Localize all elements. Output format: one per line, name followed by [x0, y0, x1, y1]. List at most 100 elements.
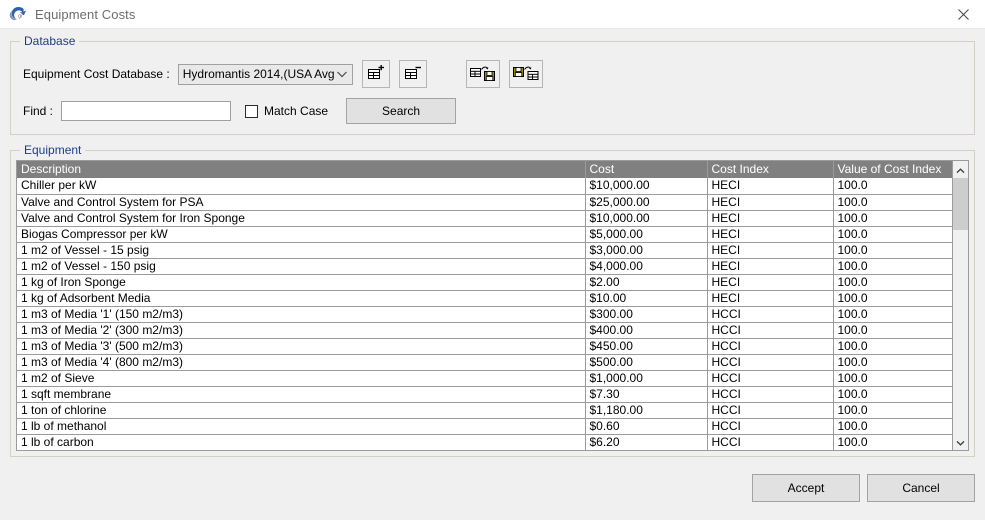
table-cell[interactable]: 1 m2 of Sieve [17, 370, 585, 386]
table-cell[interactable]: HECI [707, 274, 833, 290]
table-cell[interactable]: 100.0 [833, 226, 952, 242]
table-cell[interactable]: 100.0 [833, 370, 952, 386]
table-cell[interactable]: $7.30 [585, 386, 707, 402]
database-combobox[interactable]: Hydromantis 2014,(USA Avg) [178, 64, 353, 85]
table-cell[interactable]: HECI [707, 178, 833, 194]
table-row[interactable]: 1 lb of methanol$0.60HCCI100.0 [17, 418, 952, 434]
table-row[interactable]: 1 lb of carbon$6.20HCCI100.0 [17, 434, 952, 450]
table-row[interactable]: Valve and Control System for PSA$25,000.… [17, 194, 952, 210]
table-cell[interactable]: $3,000.00 [585, 242, 707, 258]
table-row[interactable]: 1 sqft membrane$7.30HCCI100.0 [17, 386, 952, 402]
table-cell[interactable]: HCCI [707, 418, 833, 434]
remove-database-button[interactable] [399, 60, 427, 88]
table-row[interactable]: 1 m2 of Vessel - 15 psig$3,000.00HECI100… [17, 242, 952, 258]
table-cell[interactable]: Valve and Control System for PSA [17, 194, 585, 210]
vertical-scrollbar[interactable] [952, 161, 968, 450]
table-cell[interactable]: 100.0 [833, 322, 952, 338]
column-header[interactable]: Value of Cost Index [833, 161, 952, 178]
table-cell[interactable]: $4,000.00 [585, 258, 707, 274]
scrollbar-thumb[interactable] [953, 178, 968, 230]
table-cell[interactable]: 1 m3 of Media '3' (500 m2/m3) [17, 338, 585, 354]
table-cell[interactable]: HCCI [707, 354, 833, 370]
table-cell[interactable]: HCCI [707, 306, 833, 322]
table-row[interactable]: Biogas Compressor per kW$5,000.00HECI100… [17, 226, 952, 242]
table-cell[interactable]: 1 lb of carbon [17, 434, 585, 450]
table-cell[interactable]: Chiller per kW [17, 178, 585, 194]
table-row[interactable]: 1 m2 of Vessel - 150 psig$4,000.00HECI10… [17, 258, 952, 274]
cancel-button[interactable]: Cancel [867, 474, 975, 502]
table-cell[interactable]: 100.0 [833, 178, 952, 194]
find-input[interactable] [61, 101, 231, 121]
table-cell[interactable]: $10.00 [585, 290, 707, 306]
accept-button[interactable]: Accept [752, 474, 860, 502]
scroll-down-button[interactable] [953, 433, 968, 450]
table-cell[interactable]: 100.0 [833, 210, 952, 226]
table-cell[interactable]: $10,000.00 [585, 178, 707, 194]
table-row[interactable]: 1 m3 of Media '2' (300 m2/m3)$400.00HCCI… [17, 322, 952, 338]
table-cell[interactable]: HCCI [707, 370, 833, 386]
table-cell[interactable]: 1 kg of Iron Sponge [17, 274, 585, 290]
add-database-button[interactable] [362, 60, 390, 88]
table-cell[interactable]: 1 kg of Adsorbent Media [17, 290, 585, 306]
table-cell[interactable]: $25,000.00 [585, 194, 707, 210]
table-cell[interactable]: 100.0 [833, 354, 952, 370]
table-cell[interactable]: HCCI [707, 434, 833, 450]
table-cell[interactable]: HECI [707, 258, 833, 274]
table-cell[interactable]: Valve and Control System for Iron Sponge [17, 210, 585, 226]
table-cell[interactable]: HECI [707, 242, 833, 258]
table-cell[interactable]: 100.0 [833, 290, 952, 306]
equipment-grid[interactable]: DescriptionCostCost IndexValue of Cost I… [17, 161, 952, 450]
table-row[interactable]: 1 kg of Iron Sponge$2.00HECI100.0 [17, 274, 952, 290]
table-row[interactable]: 1 ton of chlorine$1,180.00HCCI100.0 [17, 402, 952, 418]
match-case-checkbox[interactable]: Match Case [245, 104, 328, 118]
table-cell[interactable]: 100.0 [833, 242, 952, 258]
column-header[interactable]: Description [17, 161, 585, 178]
table-cell[interactable]: $1,000.00 [585, 370, 707, 386]
table-cell[interactable]: $300.00 [585, 306, 707, 322]
table-row[interactable]: 1 m2 of Sieve$1,000.00HCCI100.0 [17, 370, 952, 386]
table-cell[interactable]: 1 sqft membrane [17, 386, 585, 402]
table-cell[interactable]: HCCI [707, 402, 833, 418]
column-header[interactable]: Cost Index [707, 161, 833, 178]
table-row[interactable]: Chiller per kW$10,000.00HECI100.0 [17, 178, 952, 194]
table-row[interactable]: 1 m3 of Media '4' (800 m2/m3)$500.00HCCI… [17, 354, 952, 370]
table-cell[interactable]: 100.0 [833, 194, 952, 210]
table-cell[interactable]: $10,000.00 [585, 210, 707, 226]
table-cell[interactable]: 100.0 [833, 402, 952, 418]
search-button[interactable]: Search [346, 98, 456, 124]
table-row[interactable]: 1 m3 of Media '1' (150 m2/m3)$300.00HCCI… [17, 306, 952, 322]
table-cell[interactable]: 1 m2 of Vessel - 150 psig [17, 258, 585, 274]
import-database-button[interactable] [509, 60, 543, 88]
table-cell[interactable]: $450.00 [585, 338, 707, 354]
table-cell[interactable]: 100.0 [833, 434, 952, 450]
scrollbar-track[interactable] [953, 178, 968, 433]
table-row[interactable]: 1 m3 of Media '3' (500 m2/m3)$450.00HCCI… [17, 338, 952, 354]
close-button[interactable] [941, 1, 985, 28]
table-cell[interactable]: 100.0 [833, 418, 952, 434]
table-cell[interactable]: $400.00 [585, 322, 707, 338]
table-cell[interactable]: HCCI [707, 338, 833, 354]
table-cell[interactable]: 1 m2 of Vessel - 15 psig [17, 242, 585, 258]
table-cell[interactable]: 100.0 [833, 306, 952, 322]
scroll-up-button[interactable] [953, 161, 968, 178]
table-cell[interactable]: $1,180.00 [585, 402, 707, 418]
table-row[interactable]: 1 kg of Adsorbent Media$10.00HECI100.0 [17, 290, 952, 306]
table-cell[interactable]: $500.00 [585, 354, 707, 370]
table-cell[interactable]: 100.0 [833, 338, 952, 354]
table-cell[interactable]: HCCI [707, 322, 833, 338]
table-cell[interactable]: HCCI [707, 386, 833, 402]
table-cell[interactable]: $2.00 [585, 274, 707, 290]
table-cell[interactable]: 1 m3 of Media '4' (800 m2/m3) [17, 354, 585, 370]
table-cell[interactable]: 100.0 [833, 258, 952, 274]
table-cell[interactable]: $0.60 [585, 418, 707, 434]
table-cell[interactable]: $5,000.00 [585, 226, 707, 242]
column-header[interactable]: Cost [585, 161, 707, 178]
table-cell[interactable]: 100.0 [833, 274, 952, 290]
table-cell[interactable]: HECI [707, 226, 833, 242]
table-cell[interactable]: 1 lb of methanol [17, 418, 585, 434]
table-cell[interactable]: 1 ton of chlorine [17, 402, 585, 418]
table-row[interactable]: Valve and Control System for Iron Sponge… [17, 210, 952, 226]
table-cell[interactable]: Biogas Compressor per kW [17, 226, 585, 242]
table-cell[interactable]: HECI [707, 210, 833, 226]
export-database-button[interactable] [466, 60, 500, 88]
